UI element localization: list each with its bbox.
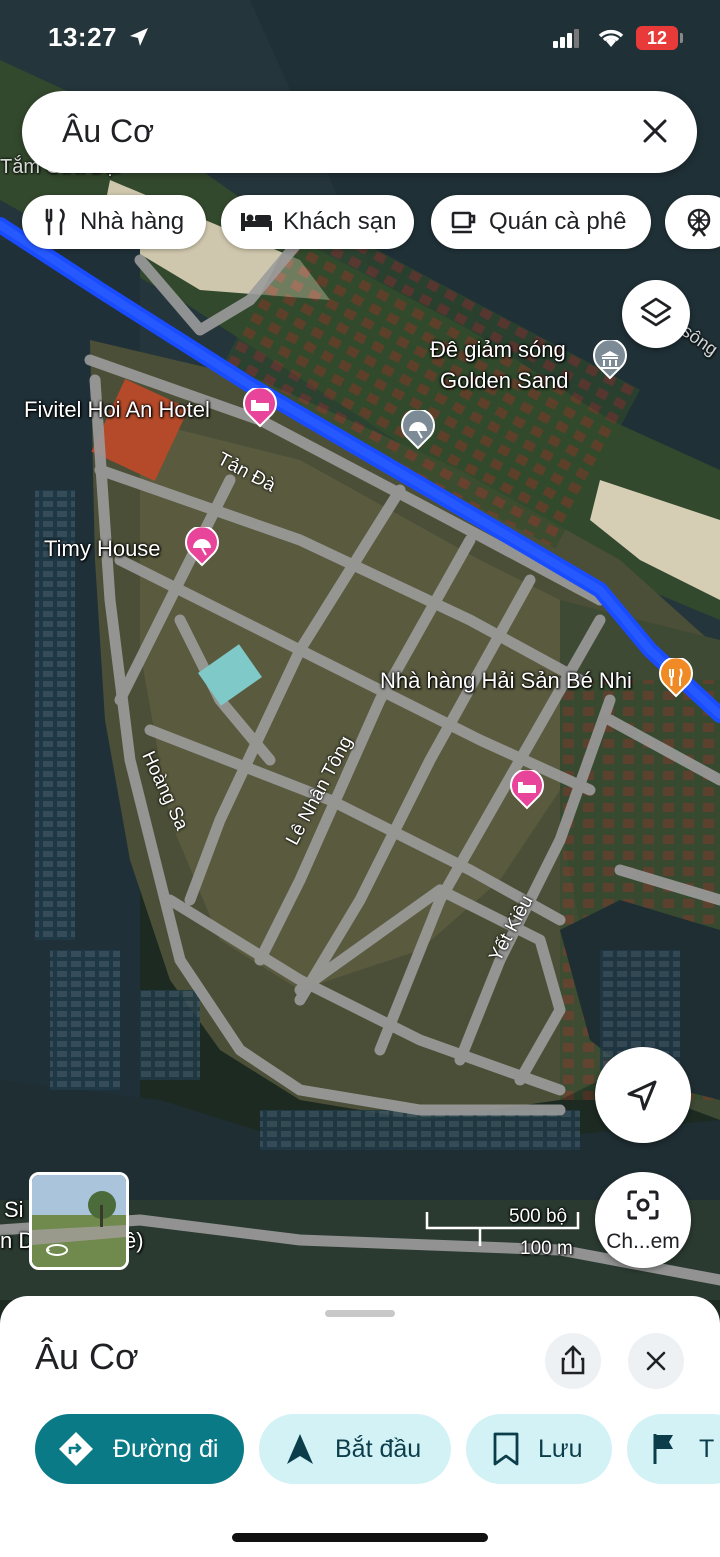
share-icon xyxy=(561,1345,585,1375)
chip-cafes[interactable]: Quán cà phê xyxy=(431,195,651,249)
attraction-icon xyxy=(687,208,711,237)
scale-imperial: 500 bộ xyxy=(509,1206,568,1227)
beach-pin-timy-house[interactable] xyxy=(182,525,222,567)
place-label-timy-house[interactable]: Timy House xyxy=(44,536,161,562)
search-bar[interactable]: Âu Cơ xyxy=(22,91,697,173)
restaurant-icon xyxy=(45,208,65,236)
restaurant-pin-be-nhi[interactable] xyxy=(656,656,696,698)
layers-icon xyxy=(640,297,672,327)
directions-label: Đường đi xyxy=(113,1434,219,1463)
flag-icon xyxy=(653,1434,673,1464)
street-view-thumbnail[interactable] xyxy=(29,1172,129,1270)
camera-search-button[interactable]: Ch...em xyxy=(595,1172,691,1268)
chip-label: Khách sạn xyxy=(283,208,397,235)
hotel-icon xyxy=(241,213,272,231)
directions-icon xyxy=(59,1432,93,1466)
my-location-button[interactable] xyxy=(595,1047,691,1143)
status-bar: 13:27 12 xyxy=(0,0,720,80)
battery-indicator: 12 xyxy=(636,26,678,50)
chip-label: Quán cà phê xyxy=(489,208,627,235)
label-button[interactable]: T xyxy=(627,1414,720,1484)
layers-button[interactable] xyxy=(622,280,690,348)
close-sheet-button[interactable] xyxy=(628,1333,684,1389)
scale-metric: 100 m xyxy=(520,1238,573,1259)
beach-pin-unnamed[interactable] xyxy=(398,408,438,450)
location-arrow-icon xyxy=(128,26,150,53)
chip-attractions[interactable] xyxy=(665,195,720,249)
cellular-signal-icon xyxy=(553,28,581,53)
directions-button[interactable]: Đường đi xyxy=(35,1414,244,1484)
search-query[interactable]: Âu Cơ xyxy=(62,113,154,150)
hotel-pin-unnamed[interactable] xyxy=(507,768,547,810)
partial-label-si: Si xyxy=(4,1197,24,1222)
camera-search-label: Ch...em xyxy=(606,1230,680,1253)
label-button-text: T xyxy=(699,1434,715,1463)
chip-hotels[interactable]: Khách sạn xyxy=(221,195,414,249)
hotel-pin-fivitel[interactable] xyxy=(240,386,280,428)
start-label: Bắt đầu xyxy=(335,1434,422,1463)
place-label-be-nhi[interactable]: Nhà hàng Hải Sản Bé Nhi xyxy=(380,668,632,694)
chip-restaurants[interactable]: Nhà hàng xyxy=(22,195,206,249)
place-label-fivitel[interactable]: Fivitel Hoi An Hotel xyxy=(24,397,210,423)
status-time: 13:27 xyxy=(48,22,117,52)
share-button[interactable] xyxy=(545,1333,601,1389)
sheet-drag-handle[interactable] xyxy=(325,1310,395,1317)
place-bottom-sheet[interactable]: Âu Cơ Đường đi Bắt đầu Lưu T xyxy=(0,1296,720,1557)
close-icon xyxy=(646,1351,666,1371)
place-label-de-giam-song[interactable]: Đê giảm sóng xyxy=(430,337,566,363)
camera-lens-icon xyxy=(627,1190,659,1220)
close-icon[interactable] xyxy=(633,109,677,153)
save-button[interactable]: Lưu xyxy=(466,1414,612,1484)
place-label-golden-sand[interactable]: Golden Sand xyxy=(440,368,568,394)
cafe-icon xyxy=(451,211,476,234)
chip-label: Nhà hàng xyxy=(80,208,185,235)
bookmark-icon xyxy=(493,1432,519,1466)
home-indicator xyxy=(232,1533,488,1542)
start-button[interactable]: Bắt đầu xyxy=(259,1414,451,1484)
navigation-arrow-icon xyxy=(627,1080,657,1111)
place-title: Âu Cơ xyxy=(35,1336,139,1377)
battery-cap xyxy=(680,33,683,43)
navigate-icon xyxy=(287,1434,313,1464)
wifi-icon xyxy=(596,26,626,53)
rotate-360-icon xyxy=(44,1241,70,1262)
save-label: Lưu xyxy=(538,1434,583,1463)
